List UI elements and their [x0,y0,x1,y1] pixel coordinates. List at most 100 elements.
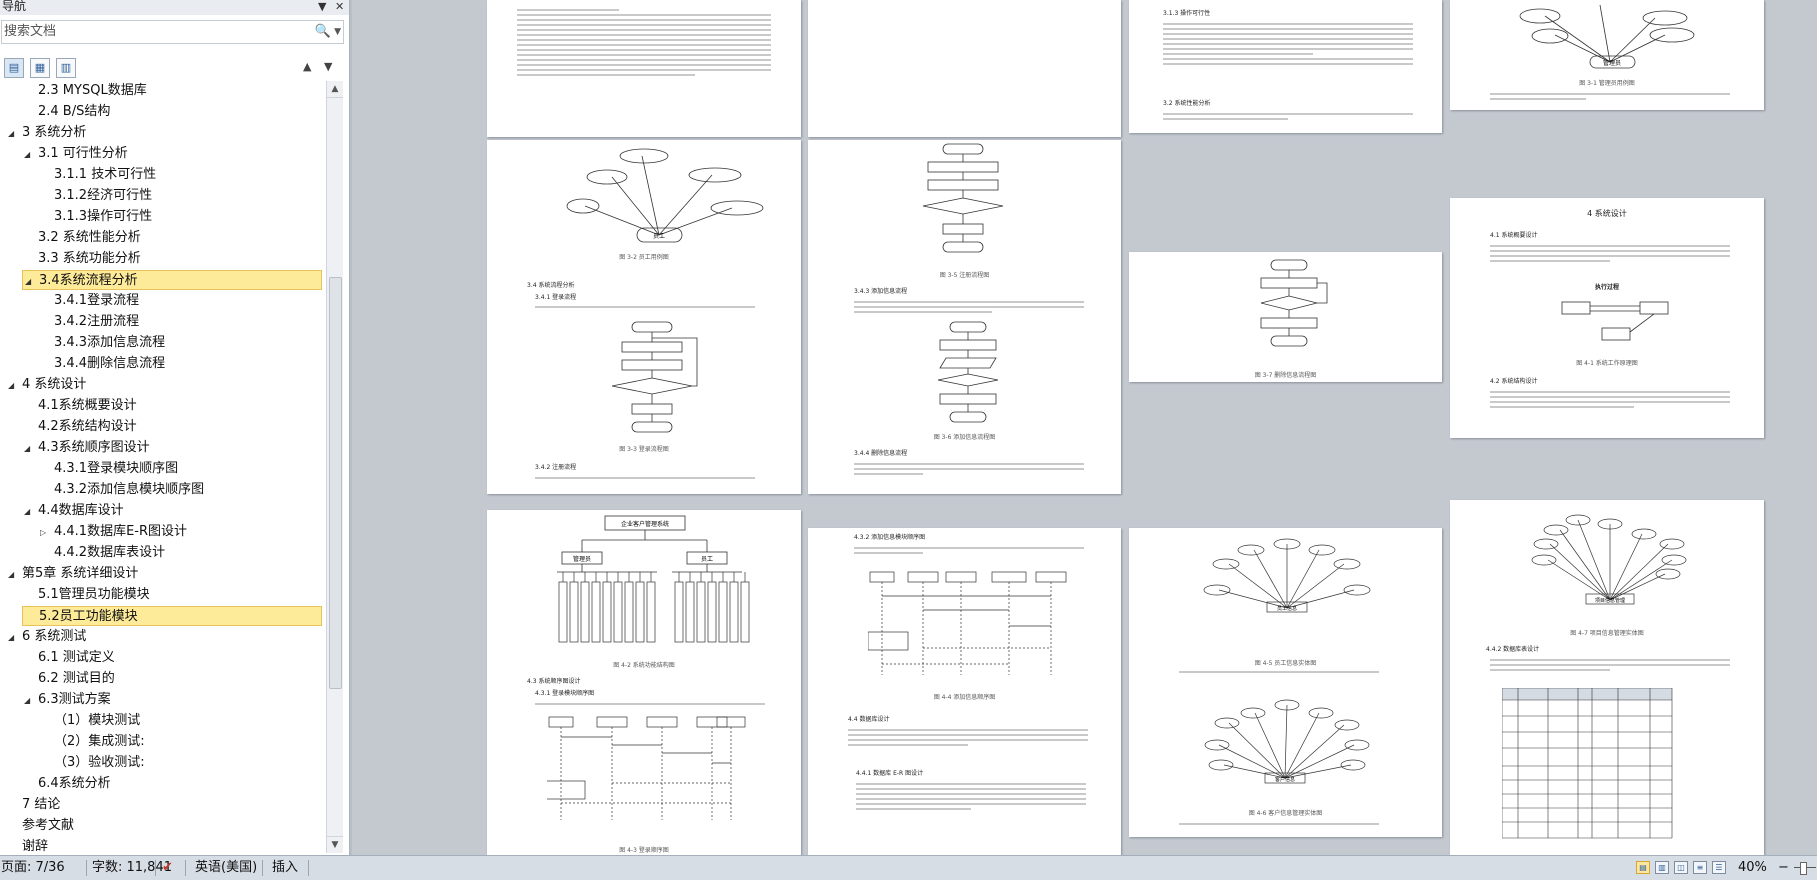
tree-item[interactable]: ◢ 6.3测试方案 [0,690,326,710]
tree-item-label: 5.1管理员功能模块 [38,587,150,602]
nav-scrollbar[interactable]: ▲ ▼ [326,81,343,853]
tree-item[interactable]: 3.4.3添加信息流程 [0,333,326,353]
page-thumb-8[interactable]: 4 系统设计 4.1 系统概要设计 执行过程 图 4-1 系统工作原理图 4.2… [1450,198,1764,438]
tree-item[interactable]: ◢ 3.1 可行性分析 [0,144,326,164]
tree-item-label: 4.3系统顺序图设计 [38,440,150,455]
full-screen-reading-button[interactable]: ▥ [1655,861,1669,874]
tree-item[interactable]: 3.4.4删除信息流程 [0,354,326,374]
close-icon[interactable]: ✕ [335,0,344,13]
collapse-icon[interactable]: ◢ [24,439,36,459]
collapse-icon[interactable]: ◢ [24,502,36,522]
tree-item[interactable]: ◢ 4 系统设计 [0,375,326,395]
tree-item[interactable]: 4.3.1登录模块顺序图 [0,459,326,479]
insert-mode[interactable]: 插入 [272,860,298,876]
tree-item[interactable]: 参考文献 [0,816,326,836]
heading-tree: 2.3 MYSQL数据库 2.4 B/S结构 ◢ 3 系统分析 ◢ 3.1 可行性分析 3.… [0,81,326,853]
staff-er-diagram: 员工信息 [1203,538,1371,613]
nav-title: 导航 [2,0,27,13]
chapter-title: 4 系统设计 [1587,209,1627,218]
tree-item[interactable]: 3.4.1登录流程 [0,291,326,311]
page-thumb-5[interactable]: 员工 图 3-2 员工用例图 3.4 系统流程分析 3.4.1 登录流程 图 3… [487,140,801,494]
scroll-thumb[interactable] [329,277,342,689]
login-sequence-diagram [547,716,746,820]
tree-item[interactable]: ◢ 6 系统测试 [0,627,326,647]
tree-item[interactable]: 2.4 B/S结构 [0,102,326,122]
zoom-out-icon[interactable]: − [1778,860,1789,876]
expand-icon[interactable]: ▷ [40,523,52,543]
tree-item[interactable]: 3.1.1 技术可行性 [0,165,326,185]
tree-item[interactable]: 6.2 测试目的 [0,669,326,689]
collapse-icon[interactable]: ◢ [8,124,20,144]
page-thumb-12[interactable]: 项目信息管理 图 4-7 项目信息管理实体图 4.4.2 数据库表设计 [1450,500,1764,855]
er-center: 客户信息 [1275,776,1295,783]
figure-caption: 图 3-1 管理员用例图 [1579,80,1635,87]
tree-item[interactable]: 5.1管理员功能模块 [0,585,326,605]
page-thumb-2[interactable] [808,0,1121,137]
page-thumb-4[interactable]: 管理员 图 3-1 管理员用例图 [1450,0,1764,110]
collapse-icon[interactable]: ◢ [24,691,36,711]
previous-heading-icon[interactable]: ▲ [303,60,311,73]
tree-item[interactable]: ◢ 3.4系统流程分析 [22,270,322,290]
outline-view-button[interactable]: ≡ [1693,861,1707,874]
zoom-slider-thumb[interactable] [1800,862,1807,875]
structure-root: 企业客户管理系统 [621,520,669,528]
tree-item[interactable]: 2.3 MYSQL数据库 [0,81,326,101]
zoom-level[interactable]: 40% [1738,860,1767,876]
tree-item[interactable]: 5.2员工功能模块 [22,606,322,626]
collapse-icon[interactable]: ◢ [25,272,37,292]
search-input[interactable]: 搜索文档 🔍 ▼ [1,20,344,44]
page-thumb-6[interactable]: 图 3-5 注册流程图 3.4.3 添加信息流程 图 3-6 添加信息流程图 3… [808,140,1121,494]
tree-item[interactable]: ◢ 第5章 系统详细设计 [0,564,326,584]
collapse-icon[interactable]: ◢ [8,565,20,585]
tree-item[interactable]: 6.4系统分析 [0,774,326,794]
tree-item[interactable]: 3.2 系统性能分析 [0,228,326,248]
tree-item[interactable]: ◢ 4.3系统顺序图设计 [0,438,326,458]
next-heading-icon[interactable]: ▼ [324,60,332,73]
collapse-icon[interactable]: ◢ [8,376,20,396]
thumbnails-view-button[interactable]: ▦ [30,58,50,78]
document-area[interactable]: 3.1.3 操作可行性 3.2 系统性能分析 管理员 图 3-1 管理员用例图 [352,0,1817,855]
structure-leaf [558,581,568,643]
web-layout-button[interactable]: ◫ [1674,861,1688,874]
collapse-icon[interactable]: ◢ [8,628,20,648]
tree-item[interactable]: 4.4.2数据库表设计 [0,543,326,563]
tree-item[interactable]: 4.2系统结构设计 [0,417,326,437]
tree-item[interactable]: 7 结论 [0,795,326,815]
draft-view-button[interactable]: ☰ [1712,861,1726,874]
page-count[interactable]: 页面: 7/36 [1,860,65,876]
page-thumb-1[interactable] [487,0,801,137]
dropdown-icon[interactable]: ▼ [318,0,326,13]
scroll-up-icon[interactable]: ▲ [327,81,343,98]
tree-item[interactable]: 6.1 测试定义 [0,648,326,668]
tree-item[interactable]: 3.1.2经济可行性 [0,186,326,206]
tree-item[interactable]: 3.4.2注册流程 [0,312,326,332]
tree-item[interactable]: ◢ 4.4数据库设计 [0,501,326,521]
page-thumb-10[interactable]: 4.3.2 添加信息模块顺序图 图 4-4 添加信息顺序图 4.4 数据库设计 … [808,528,1121,855]
proofing-icon[interactable]: ✔ [162,860,173,876]
tree-item[interactable]: ▷ 4.4.1数据库E-R图设计 [0,522,326,542]
page-thumb-9[interactable]: 企业客户管理系统 管理员 员工 图 4-2 系统功能结构图 4.3 系统顺序图设… [487,510,801,855]
page-thumb-3[interactable]: 3.1.3 操作可行性 3.2 系统性能分析 [1129,0,1442,133]
print-layout-view-button[interactable]: ▤ [1636,861,1650,874]
search-icon[interactable]: 🔍 [315,21,331,43]
tree-item[interactable]: （1）模块测试 [0,711,326,731]
tree-item[interactable]: ◢ 3 系统分析 [0,123,326,143]
function-structure-diagram: 企业客户管理系统 管理员 员工 [557,515,750,643]
tree-item-label: 第5章 系统详细设计 [22,566,139,581]
page-thumb-7[interactable]: 图 3-7 删除信息流程图 [1129,252,1442,382]
collapse-icon[interactable]: ◢ [24,145,36,165]
tree-item[interactable]: （3）验收测试: [0,753,326,773]
headings-view-button[interactable]: ▤ [4,58,24,78]
tree-item[interactable]: 4.1系统概要设计 [0,396,326,416]
language-indicator[interactable]: 英语(美国) [195,860,257,876]
word-count[interactable]: 字数: 11,841 [92,860,172,876]
tree-item[interactable]: 谢辞 [0,837,326,853]
page-thumb-11[interactable]: 员工信息 图 4-5 员工信息实体图 客户信息 图 4-6 客户信息管理实体图 [1129,528,1442,837]
tree-item[interactable]: 3.3 系统功能分析 [0,249,326,269]
scroll-down-icon[interactable]: ▼ [327,836,343,853]
results-view-button[interactable]: ▥ [56,58,76,78]
tree-item[interactable]: 4.3.2添加信息模块顺序图 [0,480,326,500]
tree-item[interactable]: 3.1.3操作可行性 [0,207,326,227]
tree-item[interactable]: （2）集成测试: [0,732,326,752]
search-dropdown-icon[interactable]: ▼ [334,21,341,43]
